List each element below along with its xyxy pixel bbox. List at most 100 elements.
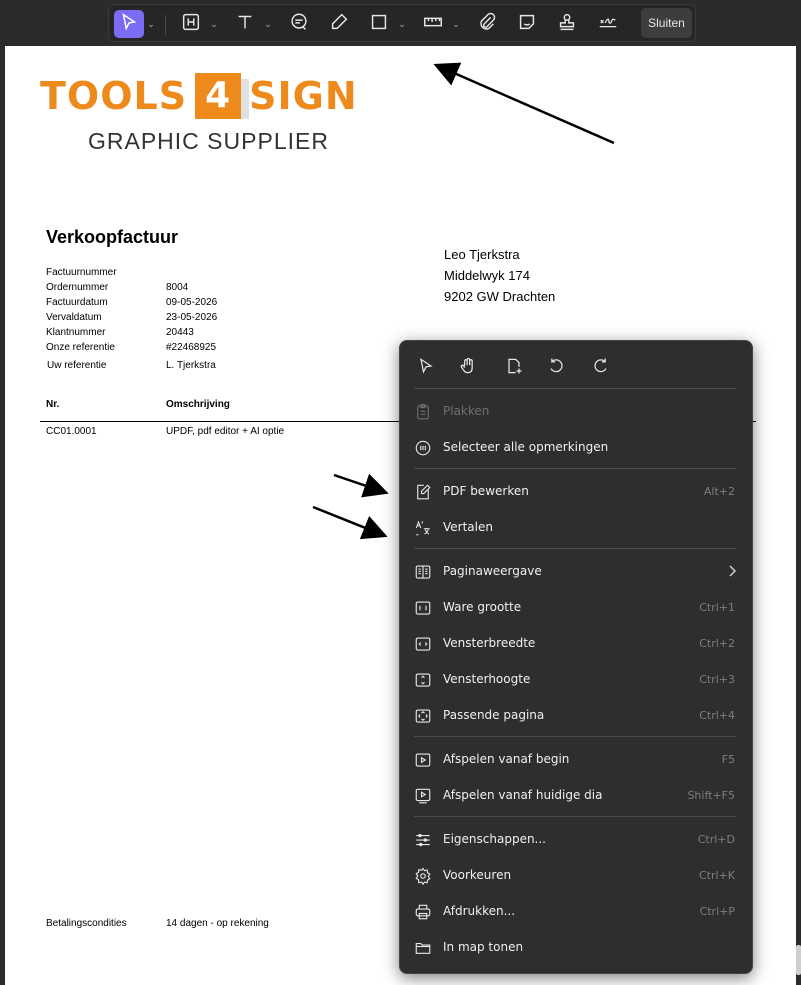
menu-item-play-from-current[interactable]: Afspelen vanaf huidige dia Shift+F5 [400, 779, 752, 813]
logo-text-left: TOOLS [40, 74, 188, 118]
properties-icon [414, 831, 432, 849]
menu-item-label: Vensterhoogte [443, 672, 531, 686]
add-page-icon[interactable] [504, 356, 524, 376]
menu-item-label: Plakken [443, 404, 490, 418]
stamp-icon [556, 11, 578, 38]
attachment-tool-button[interactable] [473, 10, 501, 38]
payment-terms-value: 14 dagen - op rekening [166, 918, 269, 929]
pointer-icon[interactable] [416, 356, 436, 376]
rotate-right-icon[interactable] [591, 356, 611, 376]
menu-item-label: Ware grootte [443, 600, 522, 614]
menu-item-label: Afspelen vanaf begin [443, 752, 570, 766]
meta-value: #22468925 [166, 342, 217, 353]
actual-size-icon [414, 599, 432, 617]
sticker-tool-button[interactable] [513, 10, 541, 38]
folder-icon [414, 939, 432, 957]
menu-item-select-all-comments[interactable]: Selecteer alle opmerkingen [400, 431, 752, 465]
menu-item-label: Voorkeuren [443, 868, 512, 882]
highlight-icon [180, 11, 202, 38]
context-menu-toolbar [400, 349, 752, 383]
paste-icon [414, 403, 432, 421]
menu-item-fit-width[interactable]: Vensterbreedte Ctrl+2 [400, 627, 752, 661]
chevron-down-icon[interactable]: ⌄ [263, 17, 273, 31]
menu-divider [414, 736, 736, 737]
meta-value: L. Tjerkstra [166, 360, 216, 371]
page-view-icon [414, 563, 432, 581]
menu-item-shortcut: Ctrl+1 [699, 601, 735, 614]
menu-item-label: Vensterbreedte [443, 636, 536, 650]
menu-item-shortcut: Ctrl+4 [699, 709, 735, 722]
meta-label: Factuurdatum [46, 297, 108, 308]
meta-label: Uw referentie [47, 360, 107, 371]
table-cell: UPDF, pdf editor + AI optie [166, 426, 285, 437]
menu-item-print[interactable]: Afdrukken... Ctrl+P [400, 895, 752, 929]
menu-item-label: Afspelen vanaf huidige dia [443, 788, 603, 802]
menu-item-preferences[interactable]: Voorkeuren Ctrl+K [400, 859, 752, 893]
edit-pdf-icon [414, 483, 432, 501]
meta-label: Factuurnummer [46, 267, 117, 278]
menu-divider [414, 816, 736, 817]
comment-tool-button[interactable] [285, 10, 313, 38]
select-tool-button[interactable] [114, 10, 144, 38]
table-header-nr: Nr. [46, 399, 60, 410]
menu-item-show-in-folder[interactable]: In map tonen [400, 931, 752, 965]
highlight-tool-button[interactable] [177, 10, 205, 38]
fit-page-icon [414, 707, 432, 725]
menu-item-paste[interactable]: Plakken [400, 395, 752, 429]
scrollbar-thumb[interactable] [796, 945, 801, 975]
table-cell: CC01.0001 [46, 426, 97, 437]
comment-icon [288, 11, 310, 38]
meta-label: Ordernummer [46, 282, 109, 293]
chevron-down-icon[interactable]: ⌄ [146, 17, 156, 31]
context-menu: Plakken Selecteer alle opmerkingen PDF b… [399, 340, 753, 974]
menu-item-label: Selecteer alle opmerkingen [443, 440, 609, 454]
menu-item-shortcut: Ctrl+2 [699, 637, 735, 650]
menu-item-edit-pdf[interactable]: PDF bewerken Alt+2 [400, 475, 752, 509]
meta-value: 23-05-2026 [166, 312, 218, 323]
menu-item-page-view[interactable]: Paginaweergave [400, 555, 752, 589]
address-line: 9202 GW Drachten [444, 289, 556, 304]
menu-divider [414, 548, 736, 549]
hand-icon[interactable] [458, 356, 478, 376]
menu-item-shortcut: Ctrl+3 [699, 673, 735, 686]
chevron-down-icon[interactable]: ⌄ [397, 17, 407, 31]
menu-item-play-from-start[interactable]: Afspelen vanaf begin F5 [400, 743, 752, 777]
menu-item-fit-page[interactable]: Passende pagina Ctrl+4 [400, 699, 752, 733]
signature-icon [597, 11, 619, 38]
menu-item-fit-height[interactable]: Vensterhoogte Ctrl+3 [400, 663, 752, 697]
text-icon [234, 11, 256, 38]
table-header-description: Omschrijving [166, 399, 230, 410]
address-line: Leo Tjerkstra [444, 247, 520, 262]
meta-value: 8004 [166, 282, 189, 293]
address-line: Middelwyk 174 [444, 268, 530, 283]
gear-icon [414, 867, 432, 886]
document-title: Verkoopfactuur [46, 227, 179, 247]
chevron-down-icon[interactable]: ⌄ [209, 17, 219, 31]
payment-terms-label: Betalingscondities [46, 918, 127, 929]
chevron-right-icon [727, 563, 737, 579]
menu-item-shortcut: Ctrl+D [697, 833, 735, 846]
stamp-tool-button[interactable] [553, 10, 581, 38]
meta-value: 20443 [166, 327, 194, 338]
menu-item-shortcut: Shift+F5 [687, 789, 735, 802]
menu-item-actual-size[interactable]: Ware grootte Ctrl+1 [400, 591, 752, 625]
menu-item-translate[interactable]: Vertalen [400, 511, 752, 545]
menu-item-properties[interactable]: Eigenschappen... Ctrl+D [400, 823, 752, 857]
attachment-icon [476, 11, 498, 38]
rectangle-tool-button[interactable] [365, 10, 393, 38]
measure-icon [422, 11, 444, 38]
pencil-tool-button[interactable] [325, 10, 353, 38]
logo-box: 4 [195, 73, 250, 119]
signature-tool-button[interactable] [593, 10, 623, 38]
play-current-icon [414, 787, 432, 805]
rotate-left-icon[interactable] [546, 356, 566, 376]
close-button[interactable]: Sluiten [641, 8, 692, 38]
measure-tool-button[interactable] [419, 10, 447, 38]
company-logo: TOOLS 4 SIGN GRAPHIC SUPPLIER [40, 73, 357, 154]
chevron-down-icon[interactable]: ⌄ [451, 17, 461, 31]
text-tool-button[interactable] [231, 10, 259, 38]
menu-item-label: Eigenschappen... [443, 832, 546, 846]
select-comments-icon [414, 439, 432, 457]
meta-label: Vervaldatum [46, 312, 102, 323]
print-icon [414, 903, 432, 921]
